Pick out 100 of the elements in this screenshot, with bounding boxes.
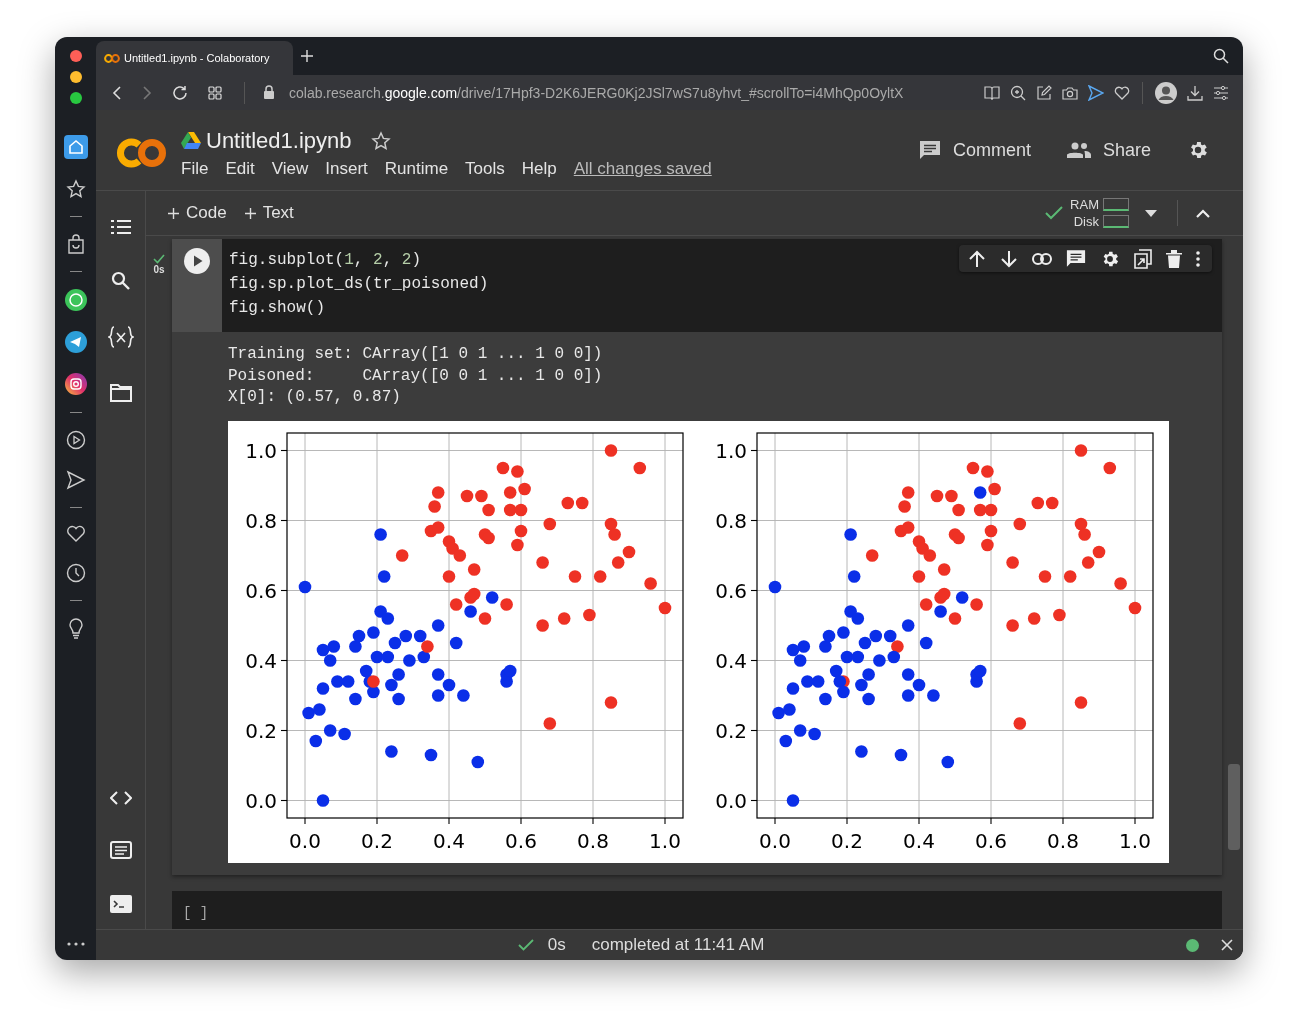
cell-prompt: [ ] (183, 904, 209, 921)
camera-app-icon[interactable] (64, 373, 87, 395)
more-icon[interactable] (66, 942, 85, 946)
move-down-icon[interactable] (1000, 249, 1018, 268)
check-icon (1044, 205, 1065, 221)
drive-icon (181, 132, 201, 149)
grid-icon[interactable] (208, 85, 222, 100)
tick-label: 0.4 (715, 648, 747, 672)
output-line: X[0]: (0.57, 0.87) (228, 387, 401, 408)
download-icon[interactable] (1187, 84, 1203, 101)
comment-button[interactable]: Comment (918, 139, 1031, 161)
tick-label: 0.0 (759, 828, 791, 853)
tick-label: 1.0 (715, 438, 747, 462)
move-up-icon[interactable] (968, 249, 986, 268)
send-icon[interactable] (1088, 84, 1104, 101)
variables-icon[interactable] (107, 326, 134, 348)
play-icon[interactable] (65, 430, 86, 450)
maximize-window-button[interactable] (69, 92, 82, 104)
camera-icon[interactable] (1062, 85, 1078, 100)
tick-label: 0.6 (715, 578, 747, 602)
menu-item[interactable]: Edit (225, 158, 255, 179)
heart-icon[interactable] (1114, 85, 1130, 100)
chat-app-icon[interactable] (64, 289, 87, 311)
share-button[interactable]: Share (1066, 139, 1151, 161)
back-icon[interactable] (112, 84, 122, 101)
minimize-window-button[interactable] (69, 71, 82, 83)
folder-icon[interactable] (109, 384, 132, 402)
paper-plane-icon[interactable] (64, 331, 87, 353)
code-line: fig.sp.plot_ds(tr_poisoned) (229, 274, 489, 295)
home-icon[interactable] (63, 135, 88, 159)
people-icon (1066, 142, 1091, 158)
output-line: Poisoned: CArray([0 0 1 ... 1 0 0]) (228, 365, 603, 387)
logo[interactable] (115, 138, 167, 168)
lock-icon (263, 85, 275, 100)
star-icon[interactable] (370, 130, 391, 151)
more-icon[interactable] (1196, 250, 1200, 267)
add-cell-button[interactable]: Text (236, 199, 302, 227)
tick-label: 0.6 (245, 578, 277, 602)
menu-item[interactable]: View (271, 158, 309, 179)
table-of-contents-icon[interactable] (110, 219, 131, 235)
edit-icon[interactable] (1036, 84, 1052, 101)
star-icon[interactable] (65, 179, 86, 199)
tick-label: 1.0 (649, 828, 681, 853)
delete-icon[interactable] (1166, 249, 1182, 268)
clock-icon[interactable] (65, 563, 86, 583)
tick-label: 0.2 (715, 718, 747, 742)
notebook-title[interactable]: Untitled1.ipynb (206, 127, 352, 154)
tick-label: 0.8 (577, 828, 609, 853)
tick-label: 0.8 (245, 508, 277, 532)
code-line: fig.subplot(1, 2, 2) (229, 250, 422, 271)
tick-label: 0.8 (1047, 828, 1079, 853)
menu-item[interactable]: Runtime (384, 158, 449, 179)
resources-button[interactable]: RAM Disk (1044, 197, 1129, 229)
book-icon[interactable] (984, 85, 1000, 100)
tick-label: 0.6 (505, 828, 537, 853)
close-window-button[interactable] (69, 50, 82, 62)
reload-icon[interactable] (172, 84, 188, 101)
send-icon[interactable] (65, 470, 86, 490)
save-status-link[interactable]: All changes saved (573, 158, 712, 179)
light-bulb-icon[interactable] (67, 618, 84, 640)
check-icon (517, 939, 534, 951)
browser-tab[interactable]: Untitled1.ipynb - Colaboratory (96, 41, 293, 75)
forward-icon[interactable] (142, 84, 152, 101)
menu-item[interactable]: Tools (465, 158, 505, 179)
tick-label: 0.4 (433, 828, 465, 853)
menu-item[interactable]: Insert (325, 158, 368, 179)
zoom-icon[interactable] (1010, 84, 1026, 101)
scrollbar-thumb[interactable] (1228, 764, 1240, 850)
heart-icon[interactable] (65, 525, 86, 543)
comment-icon (918, 140, 941, 160)
tick-label: 0.2 (361, 828, 393, 853)
terminal-icon[interactable] (109, 895, 132, 913)
mirror-cell-icon[interactable] (1134, 248, 1152, 269)
comment-icon[interactable] (1066, 249, 1086, 268)
tick-label: 0.0 (715, 788, 747, 812)
shopping-bag-icon[interactable] (66, 234, 85, 254)
connected-status-icon (1186, 938, 1199, 952)
command-palette-icon[interactable] (109, 841, 132, 859)
menu-item[interactable]: Help (521, 158, 557, 179)
tick-label: 0.8 (715, 508, 747, 532)
search-icon[interactable] (1213, 48, 1229, 64)
dropdown-icon[interactable] (1145, 209, 1157, 217)
run-cell-button[interactable] (184, 248, 210, 274)
search-icon[interactable] (111, 271, 130, 290)
tick-label: 0.4 (245, 648, 277, 672)
execution-time: 0s (153, 264, 165, 275)
menu-item[interactable]: File (181, 158, 209, 179)
link-icon[interactable] (1032, 252, 1052, 265)
tick-label: 0.2 (245, 718, 277, 742)
output-line: Training set: CArray([1 0 1 ... 1 0 0]) (228, 344, 603, 365)
settings-icon[interactable] (1213, 85, 1229, 100)
add-cell-button[interactable]: Code (160, 199, 235, 227)
avatar-icon[interactable] (1155, 81, 1177, 104)
code-line: fig.show() (229, 298, 325, 319)
collapse-icon[interactable] (1196, 208, 1210, 218)
tick-label: 0.2 (831, 828, 863, 853)
close-icon[interactable] (1221, 939, 1233, 951)
status-message: completed at 11:41 AM (591, 935, 765, 955)
code-icon[interactable] (109, 791, 132, 805)
new-tab-icon[interactable] (301, 50, 313, 62)
